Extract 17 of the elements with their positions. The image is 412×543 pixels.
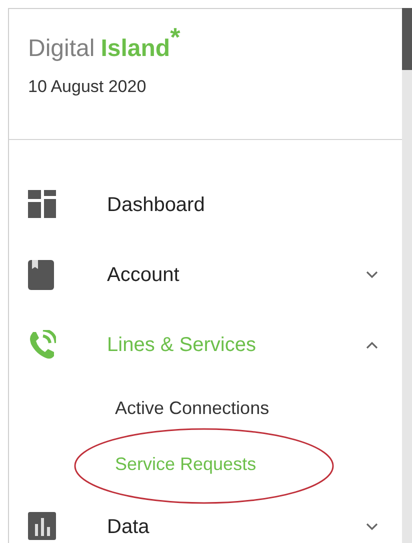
logo-text: Digital <box>28 35 95 63</box>
scrollbar[interactable] <box>402 8 412 543</box>
chevron-down-icon[interactable] <box>366 523 378 531</box>
logo-mark: * <box>170 27 180 47</box>
chevron-up-icon[interactable] <box>366 341 378 349</box>
menu-item[interactable]: Dashboard <box>107 194 402 216</box>
book-icon <box>28 260 56 290</box>
menu-item[interactable]: Account <box>107 264 366 286</box>
logo-text: Island <box>100 35 170 63</box>
chevron-down-icon[interactable] <box>366 271 378 279</box>
dashboard-icon <box>28 190 56 220</box>
date-text: 10 August 2020 <box>28 77 148 97</box>
bar-chart-icon <box>28 512 56 542</box>
submenu-item[interactable]: Active Connections <box>115 398 270 418</box>
menu-item[interactable]: Data <box>107 516 366 538</box>
phone-icon <box>28 330 56 360</box>
scrollbar-thumb[interactable] <box>402 8 412 70</box>
